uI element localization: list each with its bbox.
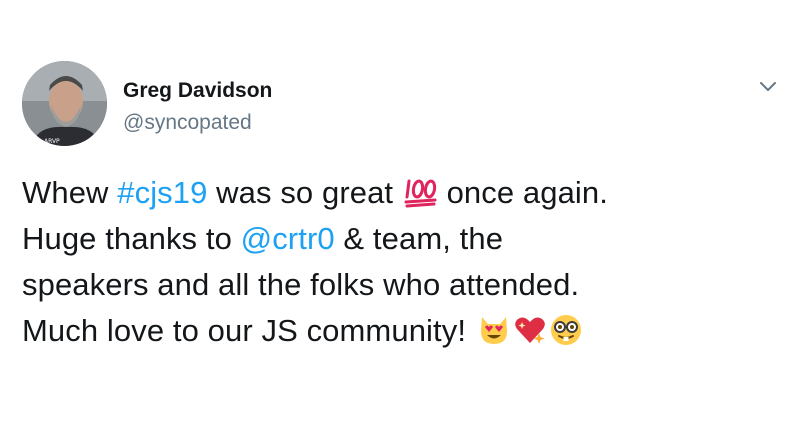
mention-link[interactable]: @crtr0	[241, 221, 335, 256]
tweet-text-segment: once again.	[437, 175, 608, 210]
hashtag-link[interactable]: #cjs19	[117, 175, 207, 210]
author-name[interactable]: Greg Davidson	[123, 79, 272, 103]
hundred-points-icon	[404, 175, 438, 209]
tweet-line-4: Much love to our JS community!	[22, 308, 782, 354]
svg-text:ARVP: ARVP	[44, 138, 60, 145]
tweet-text-segment: Whew	[22, 175, 118, 210]
author-handle[interactable]: @syncopated	[123, 111, 252, 135]
tweet-text: Whew #cjs19 was so great once again. Hug…	[22, 170, 782, 354]
tweet-text-segment: was so great	[207, 175, 402, 210]
tweet-line-2: Huge thanks to @crtr0 & team, the	[22, 216, 782, 262]
tweet-text-segment: Huge thanks to	[22, 221, 241, 256]
tweet-line-1: Whew #cjs19 was so great once again.	[22, 170, 782, 216]
tweet-card: ARVP Greg Davidson @syncopated Whew #cjs…	[0, 0, 800, 428]
tweet-line-3: speakers and all the folks who attended.	[22, 267, 580, 302]
avatar[interactable]: ARVP	[22, 61, 107, 146]
chevron-down-icon[interactable]	[758, 80, 778, 94]
nerd-face-icon	[549, 313, 583, 347]
avatar-image: ARVP	[22, 61, 107, 146]
sparkling-heart-icon	[513, 313, 547, 347]
heart-eyes-cat-icon	[477, 313, 511, 347]
tweet-text-segment: Much love to our JS community!	[22, 313, 475, 348]
tweet-text-segment: & team, the	[334, 221, 504, 256]
